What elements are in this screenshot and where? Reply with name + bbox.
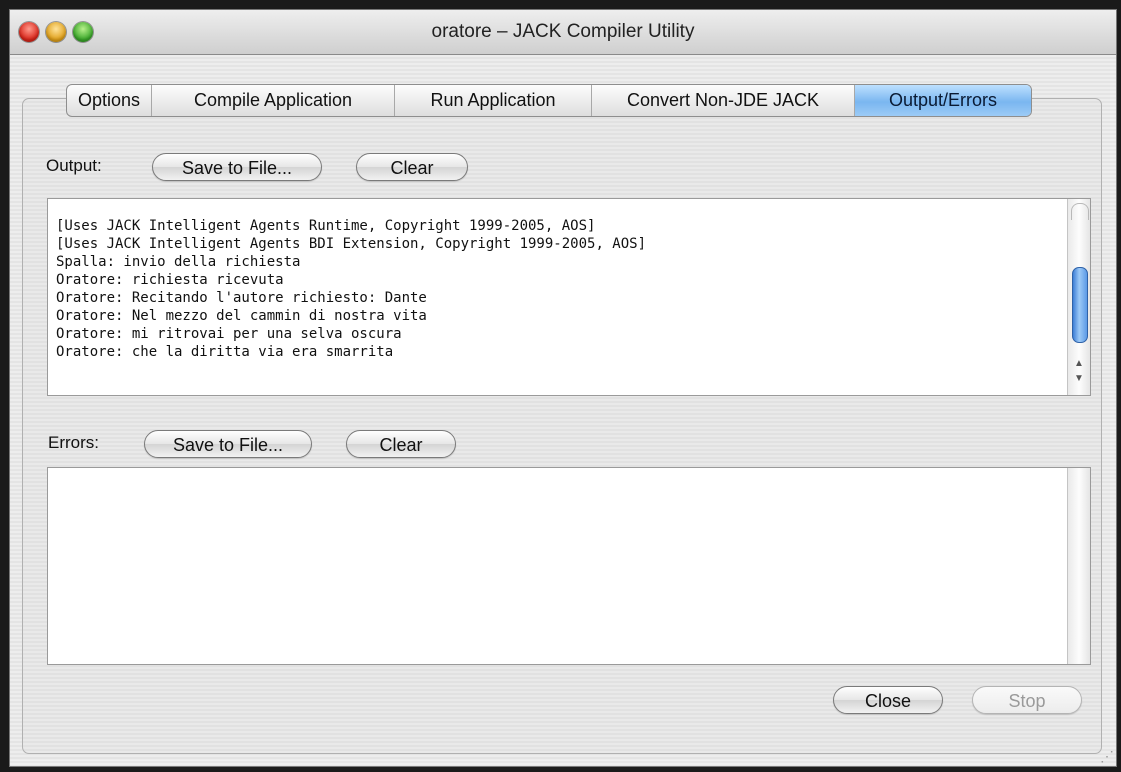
output-line: Oratore: che la diritta via era smarrita (56, 344, 394, 360)
output-line: Oratore: richiesta ricevuta (56, 272, 284, 288)
resize-grip-icon[interactable]: ⋰ (1098, 748, 1114, 764)
output-save-to-file-button[interactable]: Save to File... (152, 153, 322, 181)
tab-run-application[interactable]: Run Application (395, 85, 592, 116)
errors-text-area[interactable] (47, 467, 1091, 665)
output-line: [Uses JACK Intelligent Agents Runtime, C… (56, 218, 596, 234)
output-text-area[interactable]: [Uses JACK Intelligent Agents Runtime, C… (47, 198, 1091, 396)
app-window: oratore – JACK Compiler Utility Options … (9, 9, 1117, 767)
tab-output-errors[interactable]: Output/Errors (855, 85, 1031, 116)
title-bar[interactable]: oratore – JACK Compiler Utility (10, 10, 1116, 55)
window-title: oratore – JACK Compiler Utility (431, 21, 695, 42)
output-line: Oratore: mi ritrovai per una selva oscur… (56, 326, 402, 342)
tab-options[interactable]: Options (67, 85, 152, 116)
output-clear-button[interactable]: Clear (356, 153, 468, 181)
output-vertical-scrollbar[interactable]: ▲ ▼ (1067, 199, 1090, 395)
output-log: [Uses JACK Intelligent Agents Runtime, C… (56, 217, 646, 361)
output-label: Output: (46, 156, 102, 175)
window-content: Options Compile Application Run Applicat… (10, 55, 1116, 766)
output-line: Oratore: Nel mezzo del cammin di nostra … (56, 308, 427, 324)
errors-clear-button[interactable]: Clear (346, 430, 456, 458)
tab-convert-non-jde-jack[interactable]: Convert Non-JDE JACK (592, 85, 855, 116)
errors-vertical-scrollbar[interactable] (1067, 468, 1090, 664)
errors-label: Errors: (48, 433, 99, 452)
output-line: [Uses JACK Intelligent Agents BDI Extens… (56, 236, 647, 252)
scroll-down-arrow-icon[interactable]: ▼ (1068, 372, 1090, 386)
scrollbar-thumb[interactable] (1072, 267, 1088, 343)
tab-bar: Options Compile Application Run Applicat… (66, 84, 1032, 117)
errors-save-to-file-button[interactable]: Save to File... (144, 430, 312, 458)
output-line: Spalla: invio della richiesta (56, 254, 301, 270)
output-line: Oratore: Recitando l'autore richiesto: D… (56, 290, 427, 306)
stop-button[interactable]: Stop (972, 686, 1082, 714)
scrollbar-top-cap (1071, 203, 1089, 220)
close-button[interactable]: Close (833, 686, 943, 714)
scroll-up-arrow-icon[interactable]: ▲ (1068, 357, 1090, 371)
tab-compile-application[interactable]: Compile Application (152, 85, 395, 116)
